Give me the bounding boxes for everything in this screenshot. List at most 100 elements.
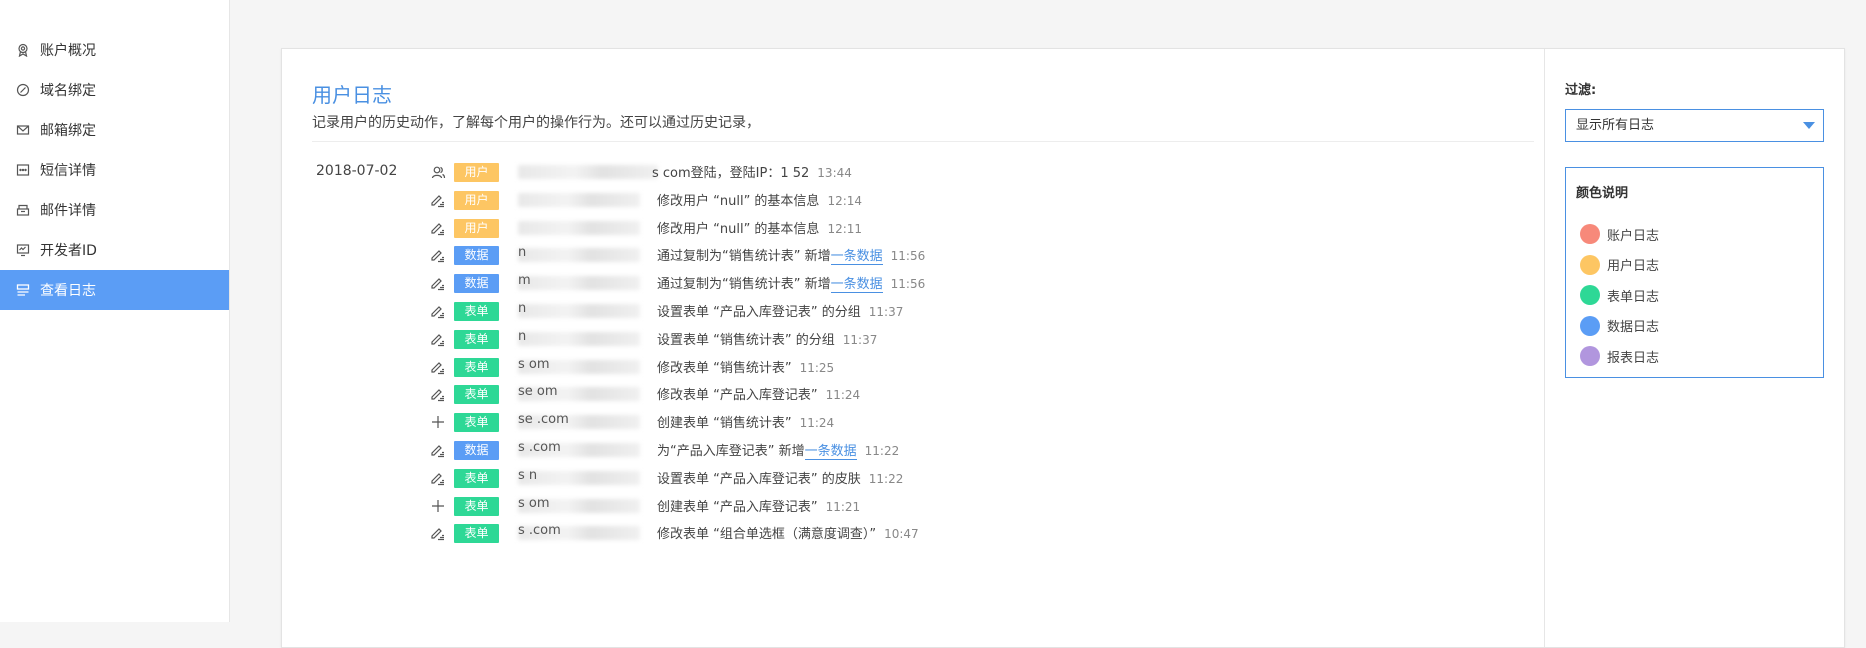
sidebar-item-2[interactable]: 邮箱绑定	[0, 110, 229, 150]
log-action-text: 设置表单 “销售统计表” 的分组	[657, 332, 835, 348]
log-user: se om	[518, 384, 651, 404]
sidebar-item-label: 短信详情	[40, 163, 96, 179]
log-user-text: n	[518, 245, 527, 261]
legend-item: 账户日志	[1576, 219, 1813, 250]
log-action-text: 修改用户 “null” 的基本信息	[657, 221, 820, 237]
legend-label: 账户日志	[1607, 228, 1660, 244]
divider	[312, 141, 1534, 142]
log-user: s .com	[518, 440, 651, 460]
log-action: 为“产品入库登记表” 新增一条数据 11:22	[657, 440, 899, 460]
sidebar-item-5[interactable]: 开发者ID	[0, 230, 229, 270]
log-action-text: 创建表单 “产品入库登记表”	[657, 499, 818, 515]
log-action-text: 通过复制为“销售统计表” 新增	[657, 277, 831, 293]
log-panel: 用户日志 记录用户的历史动作，了解每个用户的操作行为。还可以通过历史记录， 20…	[281, 48, 1845, 648]
link-icon	[14, 81, 32, 99]
log-time: 12:11	[827, 221, 863, 236]
legend-item: 数据日志	[1576, 311, 1813, 342]
legend-label: 数据日志	[1607, 320, 1660, 336]
log-type-badge: 表单	[454, 329, 499, 349]
legend-label: 表单日志	[1607, 289, 1660, 305]
log-user	[518, 218, 651, 238]
plus-icon	[429, 497, 447, 515]
log-type-badge: 用户	[454, 163, 499, 182]
log-action-text: 修改表单 “组合单选框（满意度调查）”	[657, 527, 877, 543]
log-user: s om	[518, 496, 651, 516]
legend-item: 报表日志	[1576, 341, 1813, 372]
plus-icon	[429, 413, 447, 431]
edit-icon	[429, 330, 447, 348]
legend-label: 用户日志	[1607, 259, 1660, 275]
sidebar-item-1[interactable]: 域名绑定	[0, 70, 229, 110]
legend-label: 报表日志	[1607, 350, 1660, 366]
log-action: 设置表单 “产品入库登记表” 的分组 11:37	[657, 301, 903, 320]
sidebar-item-0[interactable]: 账户概况	[0, 30, 229, 70]
edit-icon	[429, 246, 447, 264]
log-type-badge: 用户	[454, 218, 499, 238]
log-time: 11:24	[825, 388, 861, 403]
log-type-badge: 数据	[454, 441, 499, 460]
log-time: 12:14	[827, 193, 863, 208]
log-user-text: s .com	[518, 523, 561, 539]
sidebar-item-6[interactable]: 查看日志	[0, 270, 229, 310]
data-record-link[interactable]: 一条数据	[830, 277, 883, 294]
log-action: 设置表单 “销售统计表” 的分组 11:37	[657, 329, 877, 348]
sidebar-item-label: 域名绑定	[40, 83, 96, 99]
log-action: 修改用户 “null” 的基本信息 12:11	[657, 218, 862, 237]
legend-item: 用户日志	[1576, 250, 1813, 281]
log-user-text: s .com	[518, 440, 561, 455]
log-time: 13:44	[817, 166, 852, 180]
log-user: s om	[518, 357, 651, 377]
log-user: m	[518, 273, 651, 293]
page-title: 用户日志	[312, 83, 392, 107]
log-action: 通过复制为“销售统计表” 新增一条数据 11:56	[657, 245, 926, 266]
log-user: n	[518, 329, 651, 349]
color-legend: 颜色说明 账户日志用户日志表单日志数据日志报表日志	[1565, 167, 1824, 378]
log-action-text: 修改用户 “null” 的基本信息	[657, 193, 820, 209]
log-user-text: n	[518, 301, 527, 316]
sidebar-item-label: 账户概况	[40, 43, 96, 59]
sidebar-item-label: 邮箱绑定	[40, 123, 96, 139]
log-filter-select[interactable]: 显示所有日志	[1565, 109, 1824, 142]
edit-icon	[429, 358, 447, 376]
data-record-link[interactable]: 一条数据	[830, 249, 883, 266]
legend-title: 颜色说明	[1576, 186, 1629, 201]
log-type-badge: 数据	[454, 246, 499, 266]
log-time: 11:56	[890, 249, 926, 264]
badge-icon	[14, 41, 32, 59]
log-action: 通过复制为“销售统计表” 新增一条数据 11:56	[657, 273, 925, 294]
caret-down-icon	[1803, 122, 1815, 129]
log-time: 11:24	[799, 416, 835, 431]
log-time: 11:37	[842, 332, 878, 347]
log-user-text: s n	[518, 467, 538, 483]
sidebar-item-3[interactable]: 短信详情	[0, 150, 229, 190]
data-record-link[interactable]: 一条数据	[804, 444, 857, 460]
log-user: se .com	[518, 412, 651, 432]
edit-icon	[429, 385, 447, 403]
log-action-text: 修改表单 “产品入库登记表”	[657, 388, 818, 404]
log-action: s com登陆，登陆IP：1 52 13:44	[652, 162, 852, 181]
log-time: 10:47	[884, 527, 919, 542]
edit-icon	[429, 219, 447, 237]
sidebar-item-label: 开发者ID	[40, 243, 97, 259]
sidebar-item-label: 邮件详情	[40, 203, 96, 219]
filter-panel: 过滤: 显示所有日志 颜色说明 账户日志 用户日志 表单日志 数据日志 报表日志	[1545, 49, 1845, 647]
log-action-text: 设置表单 “产品入库登记表” 的分组	[657, 305, 861, 320]
log-action-text: 为“产品入库登记表” 新增	[657, 444, 805, 459]
users-icon	[429, 163, 447, 181]
log-action: 修改表单 “组合单选框（满意度调查）” 10:47	[657, 523, 919, 542]
log-main: 用户日志 记录用户的历史动作，了解每个用户的操作行为。还可以通过历史记录， 20…	[282, 49, 1545, 647]
log-type-badge: 表单	[454, 496, 499, 516]
log-type-badge: 表单	[454, 413, 499, 433]
log-action-text: 设置表单 “产品入库登记表” 的皮肤	[657, 471, 861, 487]
edit-icon	[429, 302, 447, 320]
edit-icon	[429, 441, 447, 459]
page-description: 记录用户的历史动作，了解每个用户的操作行为。还可以通过历史记录，	[312, 115, 760, 131]
log-user-text: n	[518, 328, 527, 344]
log-action: 创建表单 “产品入库登记表” 11:21	[657, 496, 860, 515]
edit-icon	[429, 274, 447, 292]
log-type-badge: 用户	[454, 190, 499, 210]
log-row: 表单 s .com 修改表单 “组合单选框（满意度调查）” 10:47	[282, 516, 1544, 549]
edit-icon	[429, 524, 447, 542]
sidebar-item-4[interactable]: 邮件详情	[0, 190, 229, 230]
color-dot-icon	[1580, 346, 1600, 367]
